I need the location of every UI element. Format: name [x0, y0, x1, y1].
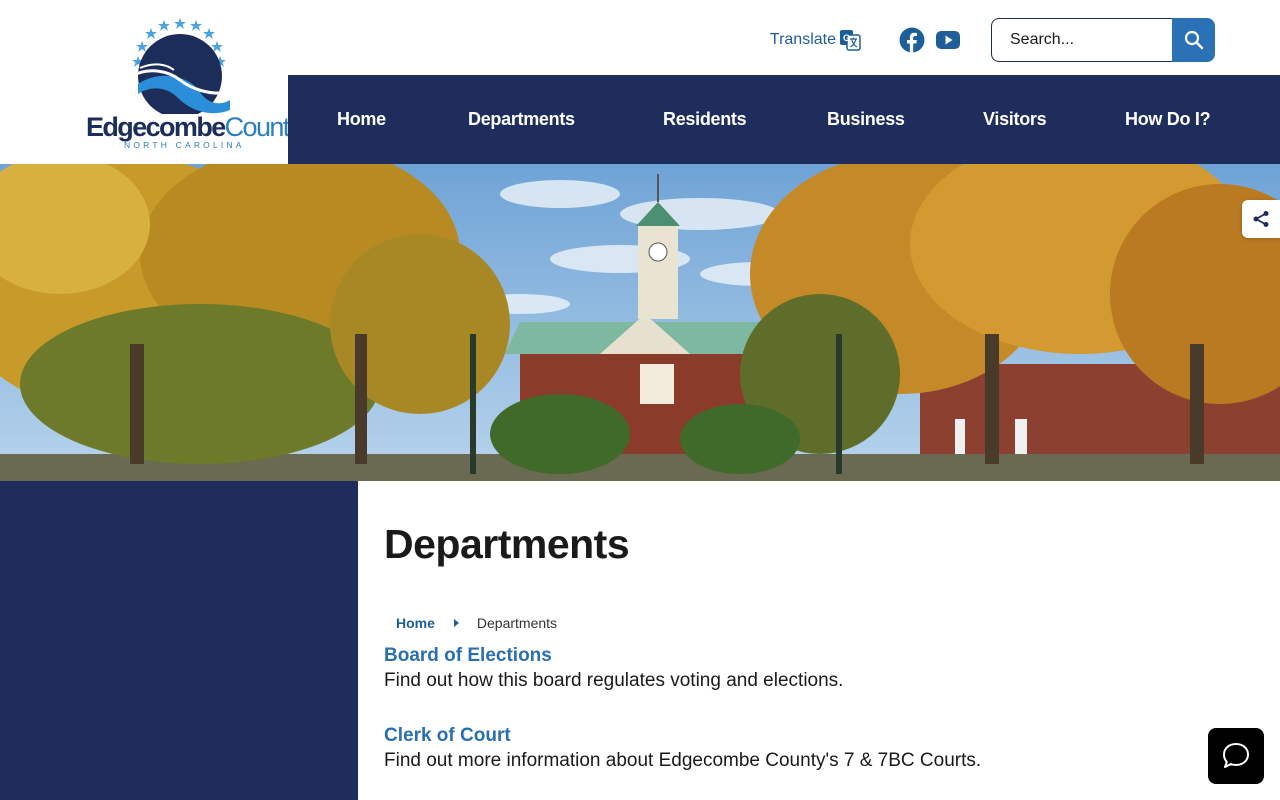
nav-item-home[interactable]: Home [337, 109, 386, 130]
breadcrumb-current: Departments [476, 615, 558, 631]
logo-name-main: Edgecombe [86, 112, 226, 142]
search-button[interactable] [1172, 18, 1215, 62]
county-seal-graphic [131, 18, 230, 118]
svg-text:G: G [843, 33, 850, 43]
breadcrumb-separator-icon [453, 619, 459, 627]
breadcrumb-home[interactable]: Home [396, 615, 435, 631]
chat-button[interactable] [1208, 728, 1264, 784]
share-button[interactable] [1242, 200, 1280, 238]
share-icon [1253, 211, 1269, 227]
facebook-icon[interactable] [899, 27, 925, 53]
county-logo[interactable]: EdgecombeCounty NORTH CAROLINA [80, 14, 302, 154]
breadcrumb: Home Departments [396, 615, 557, 631]
nav-item-residents[interactable]: Residents [663, 109, 747, 130]
utility-bar: Translate G [770, 18, 1215, 62]
nav-item-departments[interactable]: Departments [468, 109, 575, 130]
nav-item-visitors[interactable]: Visitors [983, 109, 1047, 130]
search-icon [1184, 30, 1203, 50]
department-item: Board of Elections Find out how this boa… [384, 645, 843, 692]
logo-state: NORTH CAROLINA [124, 140, 245, 150]
department-link[interactable]: Clerk of Court [384, 725, 981, 747]
department-item: Clerk of Court Find out more information… [384, 725, 981, 772]
site-header: EdgecombeCounty NORTH CAROLINA Translate… [0, 0, 1280, 164]
social-links [899, 27, 961, 53]
department-description: Find out how this board regulates voting… [384, 670, 844, 691]
department-description: Find out more information about Edgecomb… [384, 750, 982, 771]
nav-item-business[interactable]: Business [827, 109, 905, 130]
translate-label: Translate [769, 31, 836, 48]
page-title: Departments [384, 521, 630, 567]
logo-wordmark: EdgecombeCounty [86, 112, 302, 143]
sidebar-panel [0, 481, 358, 800]
chat-bubble-icon [1223, 743, 1249, 768]
search-input[interactable] [991, 18, 1172, 62]
google-translate-icon: G [840, 30, 861, 51]
search-form [991, 18, 1215, 62]
hero-image [0, 164, 1280, 481]
youtube-icon[interactable] [935, 30, 961, 50]
nav-item-how-do-i[interactable]: How Do I? [1125, 109, 1211, 130]
main-nav: Home Departments Residents Business Visi… [288, 75, 1280, 164]
translate-link[interactable]: Translate G [770, 29, 861, 51]
courthouse-photo [0, 164, 1280, 481]
department-link[interactable]: Board of Elections [384, 645, 843, 667]
